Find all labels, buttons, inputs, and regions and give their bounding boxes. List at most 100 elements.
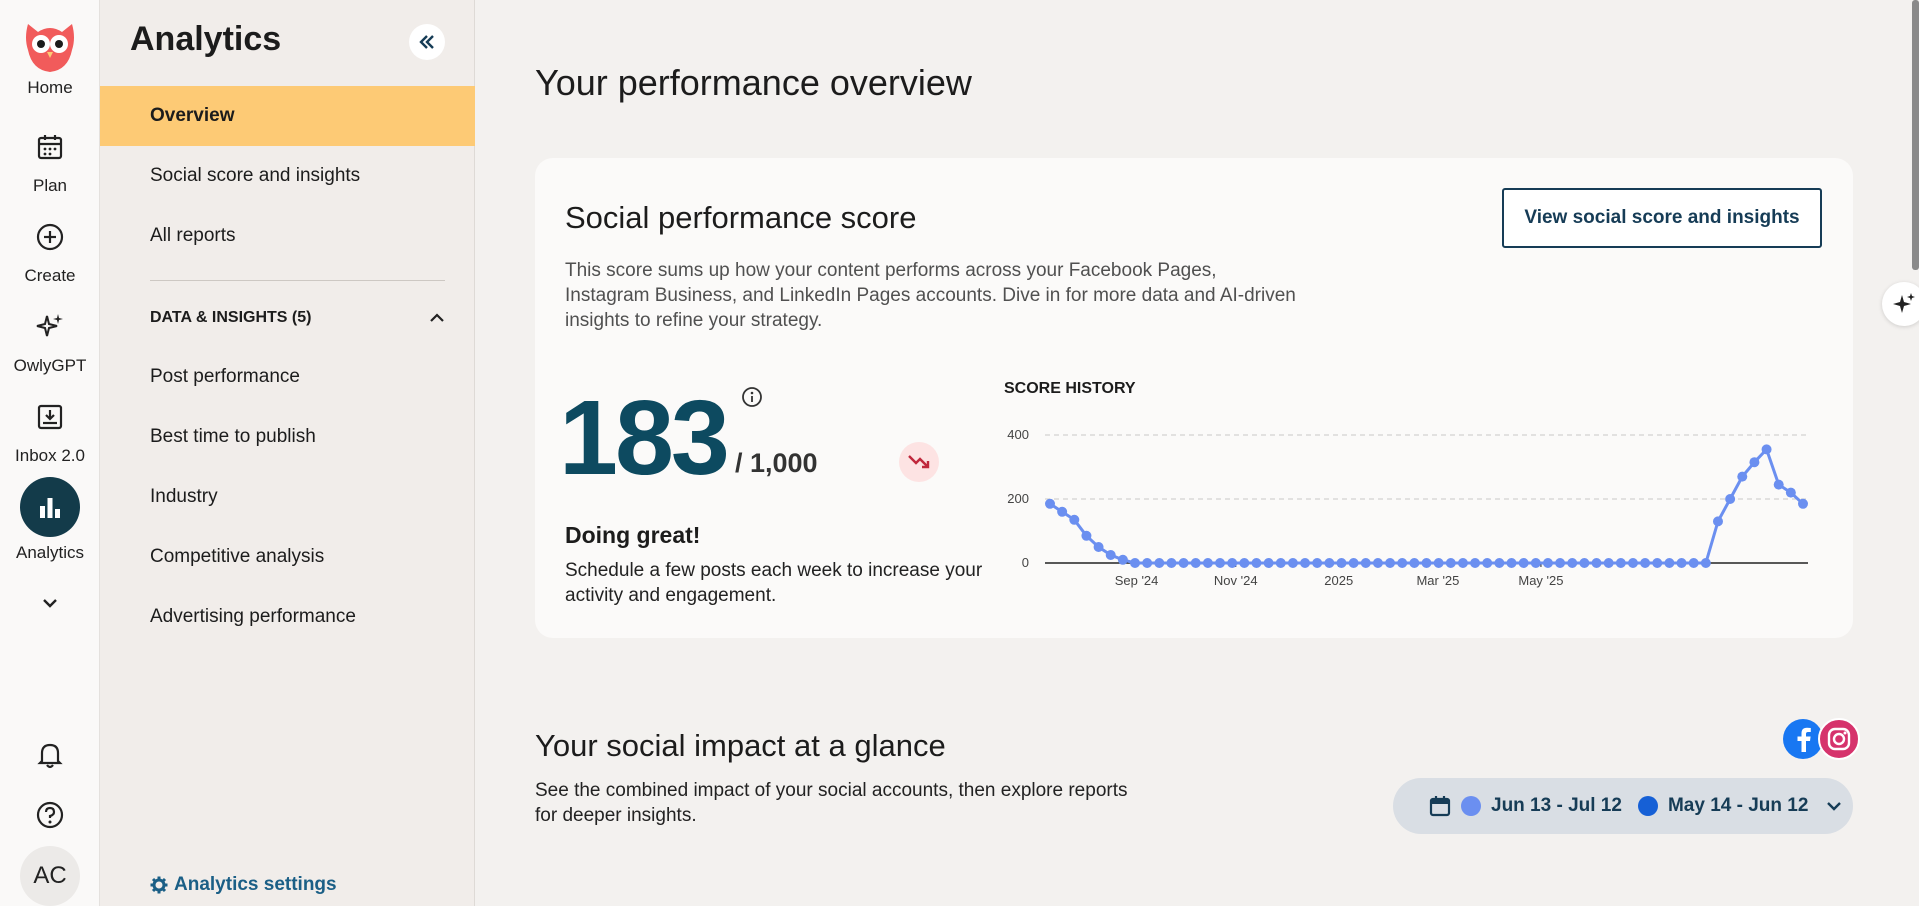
rail-inbox[interactable]: Inbox 2.0 bbox=[0, 400, 100, 466]
data-point bbox=[1336, 558, 1347, 568]
ai-assistant-button[interactable] bbox=[1882, 282, 1919, 326]
facebook-icon bbox=[1783, 719, 1823, 759]
data-point bbox=[1664, 558, 1675, 568]
sidebar-item-all-reports[interactable]: All reports bbox=[100, 206, 475, 266]
data-point bbox=[1178, 558, 1189, 568]
view-social-score-button[interactable]: View social score and insights bbox=[1502, 188, 1822, 248]
trend-down-badge bbox=[899, 442, 939, 482]
sidebar-item-competitive[interactable]: Competitive analysis bbox=[100, 527, 475, 587]
data-point bbox=[1227, 558, 1238, 568]
status-description: Schedule a few posts each week to increa… bbox=[565, 560, 983, 606]
data-point bbox=[1798, 498, 1808, 509]
data-point bbox=[1190, 558, 1201, 568]
inbox-icon bbox=[33, 400, 67, 434]
bar-chart-icon bbox=[20, 477, 80, 537]
data-point bbox=[1300, 558, 1311, 568]
instagram-icon bbox=[1818, 718, 1860, 760]
sidebar-item-post-performance[interactable]: Post performance bbox=[100, 347, 475, 407]
data-point bbox=[1275, 558, 1286, 568]
data-point bbox=[1130, 558, 1141, 568]
avatar[interactable]: AC bbox=[20, 846, 80, 906]
chevron-down-icon bbox=[33, 586, 67, 620]
data-point bbox=[1287, 558, 1298, 568]
sidebar-item-advertising[interactable]: Advertising performance bbox=[100, 587, 475, 647]
rail-inbox-label: Inbox 2.0 bbox=[15, 446, 85, 465]
page-title: Your performance overview bbox=[535, 62, 972, 103]
data-point bbox=[1348, 558, 1359, 568]
data-point bbox=[1482, 558, 1493, 568]
analytics-settings-label: Analytics settings bbox=[174, 874, 337, 895]
data-point bbox=[1603, 558, 1614, 568]
data-point bbox=[1688, 558, 1699, 568]
data-point bbox=[1372, 558, 1383, 568]
data-point bbox=[1700, 558, 1711, 568]
data-point bbox=[1640, 558, 1651, 568]
data-point bbox=[1360, 558, 1371, 568]
x-tick-label: Mar '25 bbox=[1416, 573, 1459, 588]
data-point bbox=[1202, 558, 1213, 568]
data-point bbox=[1409, 558, 1420, 568]
sidebar-item-label: Social score and insights bbox=[150, 165, 361, 186]
rail-home[interactable]: Home bbox=[0, 16, 100, 98]
data-point bbox=[1615, 558, 1626, 568]
data-point bbox=[1591, 558, 1602, 568]
data-point bbox=[1397, 558, 1408, 568]
rail-plan[interactable]: Plan bbox=[0, 130, 100, 196]
double-chevron-left-icon bbox=[419, 35, 434, 49]
series-line bbox=[1049, 447, 1805, 565]
data-point bbox=[1652, 558, 1663, 568]
impact-title: Your social impact at a glance bbox=[535, 728, 946, 763]
data-point bbox=[1737, 471, 1748, 482]
data-point bbox=[1542, 558, 1553, 568]
data-point bbox=[1263, 558, 1274, 568]
gear-icon bbox=[150, 876, 168, 894]
date-range-picker[interactable]: Jun 13 - Jul 12 May 14 - Jun 12 bbox=[1393, 778, 1853, 834]
rail-analytics[interactable]: Analytics bbox=[0, 477, 100, 563]
data-point bbox=[1785, 487, 1796, 498]
sidebar-item-label: Best time to publish bbox=[150, 426, 316, 447]
analytics-sidebar: Analytics Overview Social score and insi… bbox=[100, 0, 475, 906]
sidebar-item-best-time[interactable]: Best time to publish bbox=[100, 407, 475, 467]
sidebar-divider bbox=[150, 280, 445, 281]
social-score-card: Social performance score View social sco… bbox=[535, 158, 1853, 638]
sidebar-item-label: Post performance bbox=[150, 366, 300, 387]
sidebar-item-industry[interactable]: Industry bbox=[100, 467, 475, 527]
score-card-description: This score sums up how your content perf… bbox=[565, 260, 1296, 331]
data-point bbox=[1567, 558, 1578, 568]
data-point bbox=[1045, 498, 1055, 509]
calendar-icon bbox=[33, 130, 67, 164]
rail-help[interactable] bbox=[0, 798, 100, 832]
rail-more[interactable] bbox=[0, 586, 100, 620]
collapse-sidebar-button[interactable] bbox=[409, 24, 445, 60]
data-point bbox=[1773, 479, 1784, 490]
data-point bbox=[1579, 558, 1590, 568]
sidebar-item-overview[interactable]: Overview bbox=[100, 86, 475, 146]
data-point bbox=[1239, 558, 1250, 568]
rail-owlygpt-label: OwlyGPT bbox=[13, 356, 87, 375]
impact-description: See the combined impact of your social a… bbox=[535, 780, 1128, 826]
analytics-settings-link[interactable]: Analytics settings bbox=[150, 874, 337, 896]
page-scrollbar[interactable] bbox=[1912, 0, 1919, 270]
rail-create-label: Create bbox=[24, 266, 76, 285]
x-tick-label: May '25 bbox=[1518, 573, 1563, 588]
sparkle-icon bbox=[33, 310, 67, 344]
score-card-title: Social performance score bbox=[565, 200, 917, 235]
data-point bbox=[1470, 558, 1481, 568]
connected-networks bbox=[1782, 718, 1862, 760]
rail-create[interactable]: Create bbox=[0, 220, 100, 286]
data-point bbox=[1676, 558, 1687, 568]
sparkle-icon bbox=[1893, 293, 1915, 313]
rail-notifications[interactable] bbox=[0, 738, 100, 772]
rail-owlygpt[interactable]: OwlyGPT bbox=[0, 310, 100, 376]
sidebar-item-social-score[interactable]: Social score and insights bbox=[100, 146, 475, 206]
data-point bbox=[1506, 558, 1517, 568]
info-icon[interactable] bbox=[741, 386, 763, 413]
previous-range-label: May 14 - Jun 12 bbox=[1667, 795, 1809, 816]
sidebar-title: Analytics bbox=[130, 20, 282, 58]
data-insights-section-toggle[interactable]: DATA & INSIGHTS (5) bbox=[150, 309, 445, 327]
data-point bbox=[1725, 494, 1736, 504]
current-range-dot bbox=[1461, 796, 1481, 816]
data-point bbox=[1761, 444, 1772, 455]
y-tick-label: 0 bbox=[1022, 555, 1029, 570]
left-rail: Home Plan Create OwlyGPT Inbox 2.0 Analy… bbox=[0, 0, 100, 906]
